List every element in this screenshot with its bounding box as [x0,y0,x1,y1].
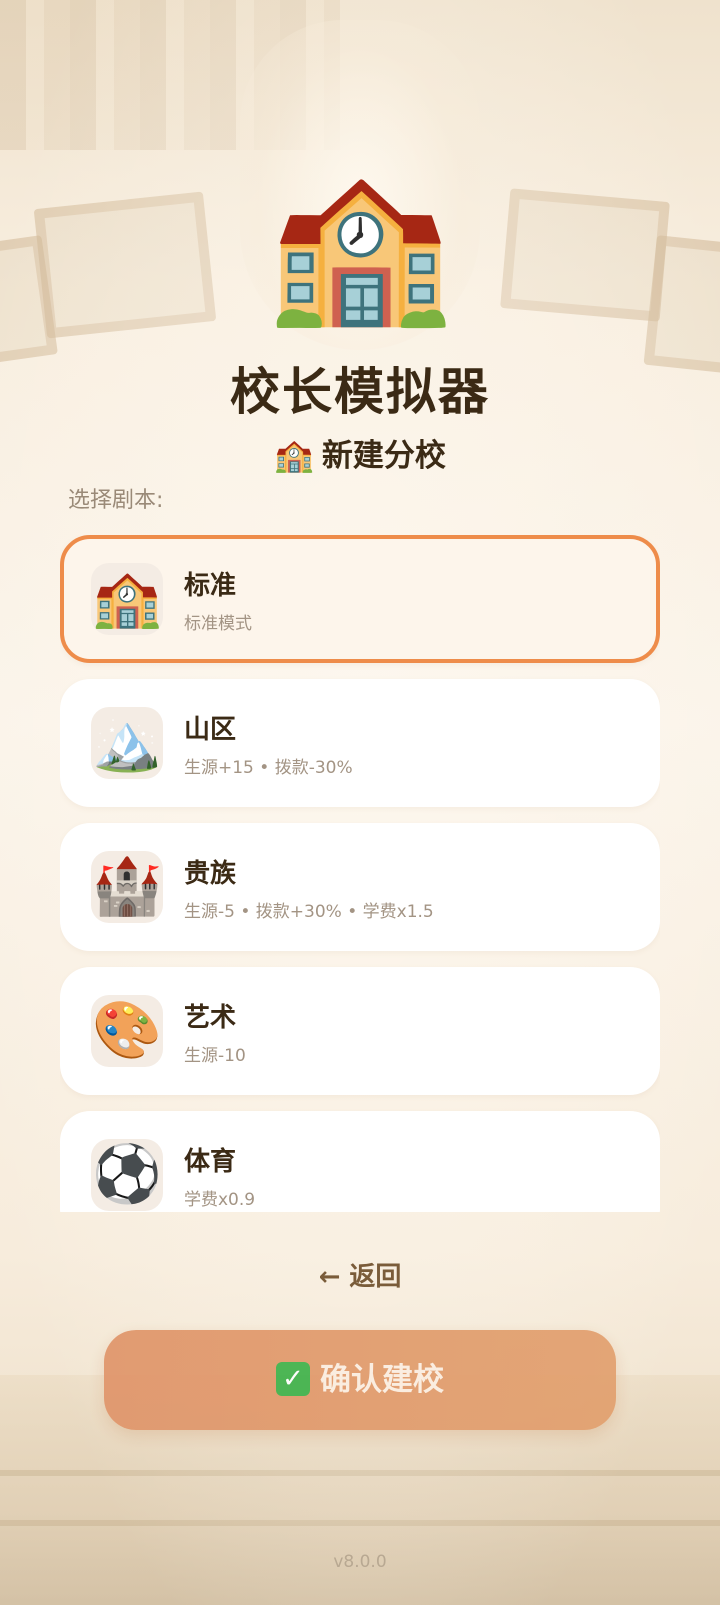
school-icon: 🏫 [274,436,314,474]
scenario-card-sports[interactable]: ⚽ 体育 学费x0.9 [60,1111,660,1212]
palette-icon: 🎨 [91,995,163,1067]
scenario-list[interactable]: 🏫 标准 标准模式 🏔️ 山区 生源+15 • 拨款-30% 🏰 贵族 生源-5… [60,535,660,1212]
scenario-title: 标准 [184,571,237,601]
scenario-description: 生源-10 [184,1046,246,1066]
mountain-icon: 🏔️ [91,707,163,779]
soccer-ball-icon: ⚽ [91,1139,163,1211]
scenario-description: 生源+15 • 拨款-30% [184,758,353,778]
scenario-card-standard[interactable]: 🏫 标准 标准模式 [60,535,660,663]
app-title: 校长模拟器 [230,363,490,421]
version-label: v8.0.0 [333,1552,387,1572]
page-subtitle: 🏫 新建分校 [0,430,720,475]
scenario-title: 贵族 [184,859,237,889]
back-button[interactable]: ← 返回 [0,1256,720,1293]
school-building-icon: 🏫 [266,158,454,332]
scenario-title: 体育 [184,1147,237,1177]
scenario-card-noble[interactable]: 🏰 贵族 生源-5 • 拨款+30% • 学费x1.5 [60,823,660,951]
scenario-title: 艺术 [184,1003,237,1033]
confirm-build-label: 确认建校 [320,1362,444,1398]
scenario-description: 生源-5 • 拨款+30% • 学费x1.5 [184,902,434,922]
page-subtitle-text: 新建分校 [321,438,446,474]
scenario-title: 山区 [184,715,237,745]
scenario-section-label: 选择剧本: [68,488,164,513]
scenario-card-art[interactable]: 🎨 艺术 生源-10 [60,967,660,1095]
scenario-description: 标准模式 [184,614,252,634]
checkmark-icon: ✓ [276,1361,310,1396]
scenario-description: 学费x0.9 [184,1190,256,1210]
confirm-build-button[interactable]: ✓ 确认建校 [104,1330,616,1430]
school-icon: 🏫 [91,563,163,635]
scenario-card-mountain[interactable]: 🏔️ 山区 生源+15 • 拨款-30% [60,679,660,807]
castle-icon: 🏰 [91,851,163,923]
